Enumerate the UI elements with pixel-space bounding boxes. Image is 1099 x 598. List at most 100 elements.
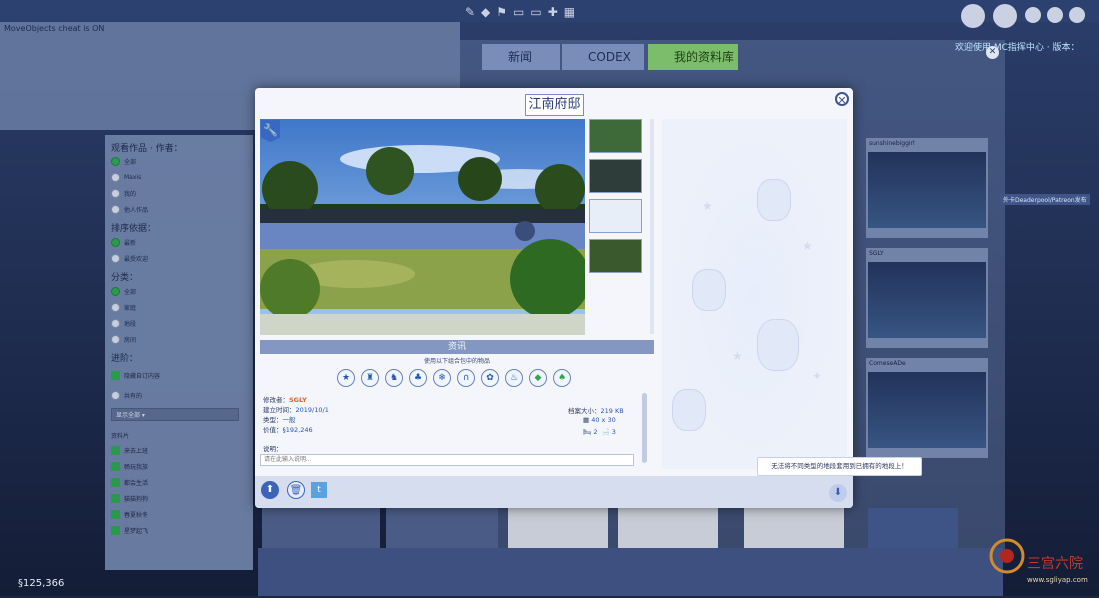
pack-1-icon[interactable]: ★ [337,369,355,387]
category-label: 分类： [111,273,139,283]
sort-label: 排序依据： [111,224,157,234]
pack-checkbox[interactable]: 畅玩我族 [111,462,148,471]
info-heading: 资讯 [260,340,654,354]
filter-option[interactable]: 全部 [111,287,136,296]
radio-icon [111,173,120,182]
gallery-card[interactable]: sunshinebiggirl [866,138,988,238]
bed-icon: 🛏 [583,428,594,436]
star-icon: ✦ [812,369,823,383]
thumbnail-scrollbar[interactable] [650,119,654,334]
bath-icon: 🛁 [601,428,612,436]
rooms-row: 🛏 2 🛁 3 [583,428,616,436]
radio-icon [111,189,120,198]
bunny-illustration [672,389,706,431]
card-author: sunshinebiggirl [869,140,915,147]
pack-2-icon[interactable]: ♜ [361,369,379,387]
lot-main-image [260,119,585,335]
upload-icon[interactable]: ⬆ [261,481,279,499]
tooltip: 无法将不同类型的地段套用到已拥有的地段上！ [757,457,922,476]
lot-thumbnail[interactable] [589,239,642,273]
help-icon[interactable] [1047,7,1063,23]
menu-icon[interactable] [1069,7,1085,23]
pack-checkbox[interactable]: 来去上班 [111,446,148,455]
close-icon[interactable]: ✕ [835,92,849,107]
hide-cc-checkbox[interactable]: 隐藏自订内容 [111,371,160,380]
catalog-thumb[interactable] [744,508,844,548]
pack-4-icon[interactable]: ♣ [409,369,427,387]
tab-my-library[interactable]: 我的资料库 [648,44,738,70]
pack-checkbox[interactable]: 都会生活 [111,478,148,487]
twitter-icon[interactable]: t [311,482,327,498]
bunny-illustration [757,319,799,371]
tab-news[interactable]: 新闻 [482,44,560,70]
tab-codex[interactable]: CODEX [562,44,644,70]
household-funds: §125,366 [18,578,65,589]
bunny-illustration [757,179,791,221]
pack-checkbox[interactable]: 猫猫狗狗 [111,494,148,503]
place-lot-icon[interactable]: ⬇ [829,484,847,502]
manage-worlds-icon[interactable] [961,4,985,28]
pack-filter-select[interactable]: 显示全部 ▾ [111,408,239,421]
material-label: 资料片 [111,433,130,440]
catalog-thumb[interactable] [508,508,608,548]
pack-checkbox[interactable]: 春夏秋冬 [111,510,148,519]
star-icon: ★ [732,349,743,363]
catalog-thumb[interactable] [262,508,380,548]
filter-option[interactable]: 最新 [111,238,136,247]
lot-thumbnail[interactable] [589,119,642,153]
filter-option[interactable]: 最受欢迎 [111,254,148,263]
lot-title: 江南府邸 [525,94,584,116]
card-author: SGLY [869,250,884,257]
catalog-thumb[interactable] [386,508,498,548]
lot-size-icon: ▦ [583,416,592,424]
pack-10-icon[interactable]: ♠ [553,369,571,387]
lot-thumbnail[interactable] [589,159,642,193]
gallery-card[interactable]: SGLY [866,248,988,348]
build-tools-row[interactable]: ✎◆⚑▭▭✚▦ [465,5,665,21]
filter-option[interactable]: Maxis [111,173,141,182]
card-image [868,152,986,228]
pack-9-icon[interactable]: ◆ [529,369,547,387]
checkbox-icon [111,446,120,455]
wrench-icon: 🔧 [261,120,280,142]
description-input[interactable] [260,454,634,466]
view-by-label: 观看作品 · 作者： [111,144,183,154]
checkbox-icon [111,478,120,487]
modifier-row: 修改者：SGLY [263,396,307,404]
catalog-thumb[interactable] [868,508,958,548]
svg-text:www.sgliyap.com: www.sgliyap.com [1027,576,1088,584]
filter-option[interactable]: 全部 [111,157,136,166]
camera-icon[interactable] [1025,7,1041,23]
filter-option[interactable]: 我的 [111,189,136,198]
gallery-cards: sunshinebiggirl SGLY ComeseADe [866,138,988,458]
gallery-card[interactable]: ComeseADe [866,358,988,458]
radio-icon [111,238,120,247]
details-scrollbar[interactable] [642,393,647,463]
card-image [868,262,986,338]
pack-checkbox[interactable]: 星梦起飞 [111,526,148,535]
shared-toggle[interactable]: 共有的 [111,391,142,400]
filter-option[interactable]: 地段 [111,319,136,328]
checkbox-icon [111,462,120,471]
trash-icon[interactable]: 🗑 [287,481,305,499]
catalog-thumb[interactable] [618,508,718,548]
filter-option[interactable]: 家庭 [111,303,136,312]
pack-3-icon[interactable]: ♞ [385,369,403,387]
checkbox-icon [111,526,120,535]
filter-option[interactable]: 他人作品 [111,205,148,214]
decorative-illustration: ★ ★ ★ ✦ [662,119,847,469]
top-right-controls [955,2,1099,32]
radio-icon [111,287,120,296]
gallery-icon[interactable] [993,4,1017,28]
pack-5-icon[interactable]: ❄ [433,369,451,387]
lot-thumbnail[interactable] [589,199,642,233]
filter-option[interactable]: 房间 [111,335,136,344]
pack-icons-row: ★ ♜ ♞ ♣ ❄ ∩ ✿ ♨ ◆ ♠ [337,369,577,389]
close-icon[interactable]: ✕ [986,46,999,59]
info-subheading: 使用以下组合包中的物品 [423,358,490,365]
mc-command-text: 欢迎使用 MC指挥中心 · 版本： [955,43,1080,53]
pack-8-icon[interactable]: ♨ [505,369,523,387]
pack-7-icon[interactable]: ✿ [481,369,499,387]
star-icon: ★ [702,199,713,213]
pack-6-icon[interactable]: ∩ [457,369,475,387]
